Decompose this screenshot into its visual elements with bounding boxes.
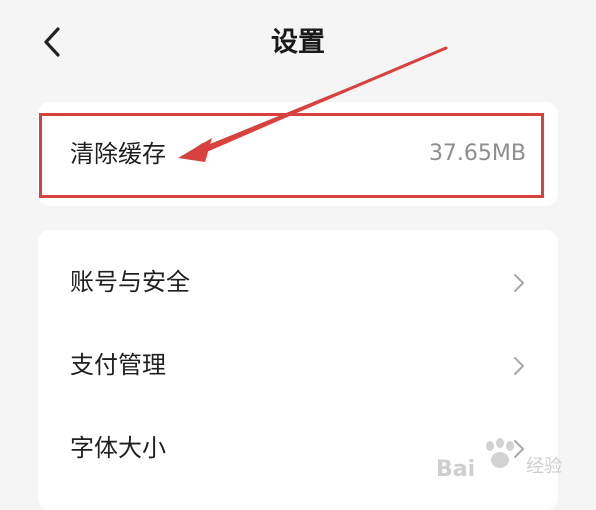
page-title: 设置: [271, 27, 325, 58]
settings-card: 账号与安全 支付管理 字体大小: [38, 230, 558, 510]
settings-item-label: 账号与安全: [70, 268, 190, 296]
settings-item-account-security[interactable]: 账号与安全: [38, 242, 558, 322]
header-bar: 设置: [0, 0, 596, 90]
cache-card: 清除缓存 37.65MB: [38, 102, 558, 206]
chevron-right-icon: [514, 440, 524, 458]
settings-item-label: 支付管理: [70, 351, 166, 379]
settings-item-payment[interactable]: 支付管理: [38, 325, 558, 405]
clear-cache-label: 清除缓存: [70, 140, 166, 168]
chevron-right-icon: [514, 274, 524, 292]
clear-cache-row[interactable]: 清除缓存 37.65MB: [38, 114, 558, 194]
settings-item-label: 字体大小: [70, 434, 166, 462]
chevron-right-icon: [514, 357, 524, 375]
settings-item-font-size[interactable]: 字体大小: [38, 408, 558, 488]
cache-size-value: 37.65MB: [428, 141, 526, 166]
